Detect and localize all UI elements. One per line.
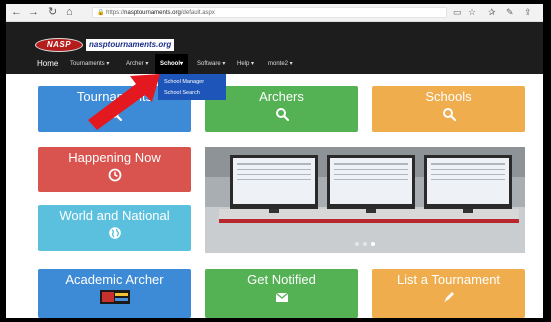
url-path: /default.aspx [180,10,215,16]
search-icon [108,108,122,121]
browser-toolbar: ← → ↻ ⌂ 🔒 https://nasptournaments.org/de… [6,4,543,22]
home-icon[interactable]: ⌂ [66,6,73,19]
pencil-icon [443,292,454,302]
nasp-logo[interactable]: NASP [35,38,83,52]
site-domain[interactable]: nasptournaments.org [86,39,175,51]
back-icon[interactable]: ← [11,6,22,19]
browser-window: ← → ↻ ⌂ 🔒 https://nasptournaments.org/de… [6,4,543,318]
reading-view-icon[interactable]: ▭ [453,7,462,18]
nav-help[interactable]: Help ▾ [237,54,254,74]
academic-archer-label: Academic Archer [65,272,164,287]
share-icon[interactable]: ⇪ [524,7,532,18]
url-host: nasptournaments.org [124,10,181,16]
get-notified-label: Get Notified [247,272,316,287]
nav-user[interactable]: monte2 ▾ [268,54,293,74]
address-bar[interactable]: 🔒 https://nasptournaments.org/default.as… [92,7,447,18]
search-icon [442,108,456,121]
list-tournament-tile[interactable]: List a Tournament [372,269,525,318]
archers-tile-label: Archers [259,89,304,104]
forward-icon[interactable]: → [28,6,39,19]
menu-item-school-manager[interactable]: School Manager [164,77,204,87]
menu-item-school-search[interactable]: School Search [164,88,200,98]
logo-text: NASP [46,40,72,49]
carousel-dot-active[interactable] [371,242,375,246]
image-carousel[interactable] [205,147,525,253]
clock-icon [108,168,121,182]
lock-icon: 🔒 [97,10,107,16]
schools-tile-label: Schools [425,89,472,104]
carousel-dot[interactable] [363,242,367,246]
globe-icon [108,227,121,239]
academic-archer-tile[interactable]: Academic Archer [38,269,191,318]
favorites-hub-icon[interactable]: ✰ [488,7,496,18]
carousel-photo [205,147,525,253]
carousel-dot[interactable] [355,242,359,246]
nav-software[interactable]: Software ▾ [197,54,225,74]
academic-archer-badge-icon [99,290,130,304]
search-icon [275,108,289,121]
web-note-icon[interactable]: ✎ [506,7,514,18]
list-tournament-label: List a Tournament [396,272,501,287]
nav-archer[interactable]: Archer ▾ [126,54,148,74]
refresh-icon[interactable]: ↻ [48,6,57,19]
school-dropdown-menu: School Manager School Search [158,74,226,100]
main-navbar: Home Tournaments ▾ Archer ▾ School▾ Soft… [6,54,543,74]
world-national-label: World and National [59,208,170,223]
envelope-icon [275,292,288,302]
nav-home[interactable]: Home [37,54,58,74]
url-prefix: https:// [106,10,125,16]
happening-now-label: Happening Now [68,150,161,165]
get-notified-tile[interactable]: Get Notified [205,269,358,318]
world-national-tile[interactable]: World and National [38,205,191,251]
happening-now-tile[interactable]: Happening Now [38,147,191,192]
site-header: NASP nasptournaments.org [6,22,543,54]
archers-tile[interactable]: Archers [205,86,358,132]
favorite-star-icon[interactable]: ☆ [468,7,476,18]
nav-tournaments[interactable]: Tournaments ▾ [70,54,109,74]
schools-tile[interactable]: Schools [372,86,525,132]
nav-school[interactable]: School▾ [155,54,189,74]
